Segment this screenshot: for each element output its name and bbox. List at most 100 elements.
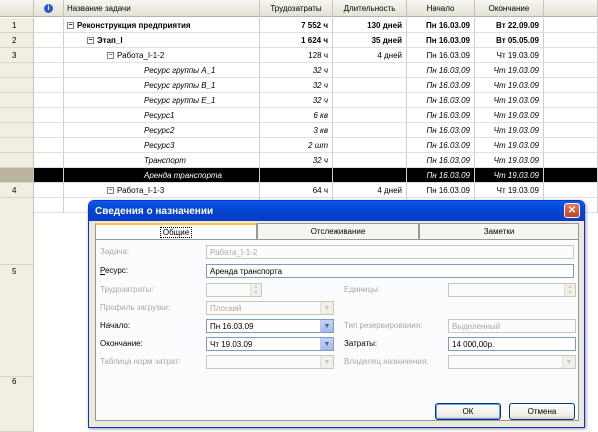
duration-cell[interactable] <box>333 153 407 168</box>
info-cell[interactable] <box>34 18 64 33</box>
finish-cell[interactable]: Вт 22.09.09 <box>475 18 544 33</box>
duration-cell[interactable] <box>333 78 407 93</box>
task-name-cell[interactable]: Транспорт <box>64 153 260 168</box>
start-cell[interactable]: Пн 16.03.09 <box>407 108 475 123</box>
row-number[interactable] <box>0 123 34 138</box>
finish-cell[interactable]: Чт 19.03.09 <box>475 93 544 108</box>
info-cell[interactable] <box>34 33 64 48</box>
start-cell[interactable]: Пн 16.03.09 <box>407 48 475 63</box>
row-number-empty[interactable] <box>0 199 34 265</box>
column-header-duration[interactable]: Длительность <box>333 0 407 17</box>
close-icon[interactable]: ✕ <box>564 203 580 218</box>
dialog-titlebar[interactable]: Сведения о назначении ✕ <box>89 201 584 221</box>
task-name-cell[interactable]: − Работа_I-1-3 <box>64 183 260 198</box>
collapse-icon[interactable]: − <box>67 21 74 29</box>
duration-cell[interactable] <box>333 93 407 108</box>
finish-cell[interactable]: Вт 05.05.09 <box>475 33 544 48</box>
start-cell[interactable]: Пн 16.03.09 <box>407 153 475 168</box>
work-cell[interactable]: 32 ч <box>260 78 333 93</box>
chevron-down-icon[interactable]: ▼ <box>320 320 333 332</box>
task-name-cell[interactable]: Ресурс группы В_1 <box>64 78 260 93</box>
start-cell[interactable]: Пн 16.03.09 <box>407 78 475 93</box>
task-name-cell[interactable]: Ресурс группы А_1 <box>64 63 260 78</box>
column-header-work[interactable]: Трудозатраты <box>260 0 333 17</box>
info-cell[interactable] <box>34 198 64 213</box>
chevron-down-icon[interactable]: ▼ <box>320 338 333 350</box>
work-cell[interactable]: 2 шт <box>260 138 333 153</box>
task-name-cell[interactable]: Аренда транспорта <box>64 168 260 183</box>
work-cell[interactable]: 3 кв <box>260 123 333 138</box>
row-number[interactable]: 4 <box>0 183 34 198</box>
work-cell[interactable]: 32 ч <box>260 93 333 108</box>
finish-cell[interactable]: Чт 19.03.09 <box>475 123 544 138</box>
cancel-button[interactable]: Отмена <box>509 403 575 420</box>
row-number[interactable]: 6 <box>0 377 34 432</box>
row-number[interactable] <box>0 93 34 108</box>
finish-cell[interactable]: Чт 19.03.09 <box>475 138 544 153</box>
duration-cell[interactable] <box>333 63 407 78</box>
column-header-start[interactable]: Начало <box>407 0 475 17</box>
info-cell[interactable] <box>34 108 64 123</box>
info-cell[interactable] <box>34 153 64 168</box>
start-cell[interactable]: Пн 16.03.09 <box>407 123 475 138</box>
info-cell[interactable] <box>34 63 64 78</box>
work-cell[interactable]: 128 ч <box>260 48 333 63</box>
row-number[interactable] <box>0 153 34 168</box>
work-cell[interactable]: 1 624 ч <box>260 33 333 48</box>
task-name-cell[interactable]: − Реконструкция предприятия <box>64 18 260 33</box>
row-number[interactable] <box>0 63 34 78</box>
finish-cell[interactable]: Чт 19.03.09 <box>475 153 544 168</box>
start-cell[interactable]: Пн 16.03.09 <box>407 168 475 183</box>
task-name-cell[interactable]: Ресурс2 <box>64 123 260 138</box>
finish-cell[interactable]: Чт 19.03.09 <box>475 48 544 63</box>
cost-field[interactable]: 14 000,00р. <box>448 337 576 351</box>
duration-cell[interactable]: 130 дней <box>333 18 407 33</box>
collapse-icon[interactable]: − <box>87 36 94 44</box>
finish-cell[interactable]: Чт 19.03.09 <box>475 183 544 198</box>
work-cell[interactable]: 64 ч <box>260 183 333 198</box>
resource-field[interactable]: Аренда транспорта <box>206 264 574 278</box>
task-name-cell[interactable]: Ресурс1 <box>64 108 260 123</box>
start-cell[interactable]: Пн 16.03.09 <box>407 138 475 153</box>
info-cell[interactable] <box>34 138 64 153</box>
duration-cell[interactable] <box>333 123 407 138</box>
start-date-picker[interactable]: Пн 16.03.09 ▼ <box>206 319 334 333</box>
work-cell[interactable] <box>260 168 333 183</box>
duration-cell[interactable]: 35 дней <box>333 33 407 48</box>
start-cell[interactable]: Пн 16.03.09 <box>407 33 475 48</box>
info-cell[interactable] <box>34 168 64 183</box>
tab-notes[interactable]: Заметки <box>419 223 579 239</box>
row-number[interactable]: 2 <box>0 33 34 48</box>
row-number[interactable]: 1 <box>0 18 34 33</box>
finish-date-picker[interactable]: Чт 19.03.09 ▼ <box>206 337 334 351</box>
task-name-cell[interactable]: Ресурс3 <box>64 138 260 153</box>
info-cell[interactable] <box>34 123 64 138</box>
finish-cell[interactable]: Чт 19.03.09 <box>475 63 544 78</box>
start-cell[interactable]: Пн 16.03.09 <box>407 63 475 78</box>
task-name-cell[interactable]: − Этап_I <box>64 33 260 48</box>
work-cell[interactable]: 7 552 ч <box>260 18 333 33</box>
collapse-icon[interactable]: − <box>107 51 114 59</box>
finish-cell[interactable]: Чт 19.03.09 <box>475 168 544 183</box>
corner-header[interactable] <box>0 0 34 17</box>
task-name-cell[interactable]: Ресурс группы Е_1 <box>64 93 260 108</box>
start-cell[interactable]: Пн 16.03.09 <box>407 183 475 198</box>
info-column-header[interactable]: i <box>34 0 64 17</box>
start-cell[interactable]: Пн 16.03.09 <box>407 93 475 108</box>
info-cell[interactable] <box>34 93 64 108</box>
duration-cell[interactable] <box>333 108 407 123</box>
column-header-name[interactable]: Название задачи <box>64 0 260 17</box>
info-cell[interactable] <box>34 183 64 198</box>
column-header-finish[interactable]: Окончание <box>475 0 544 17</box>
row-number[interactable] <box>0 78 34 93</box>
tab-tracking[interactable]: Отслеживание <box>257 223 419 239</box>
info-cell[interactable] <box>34 48 64 63</box>
finish-cell[interactable]: Чт 19.03.09 <box>475 78 544 93</box>
finish-cell[interactable]: Чт 19.03.09 <box>475 108 544 123</box>
duration-cell[interactable]: 4 дней <box>333 48 407 63</box>
tab-general[interactable]: Общие <box>95 223 257 240</box>
info-cell[interactable] <box>34 78 64 93</box>
row-number[interactable]: 3 <box>0 48 34 63</box>
work-cell[interactable]: 6 кв <box>260 108 333 123</box>
work-cell[interactable]: 32 ч <box>260 153 333 168</box>
